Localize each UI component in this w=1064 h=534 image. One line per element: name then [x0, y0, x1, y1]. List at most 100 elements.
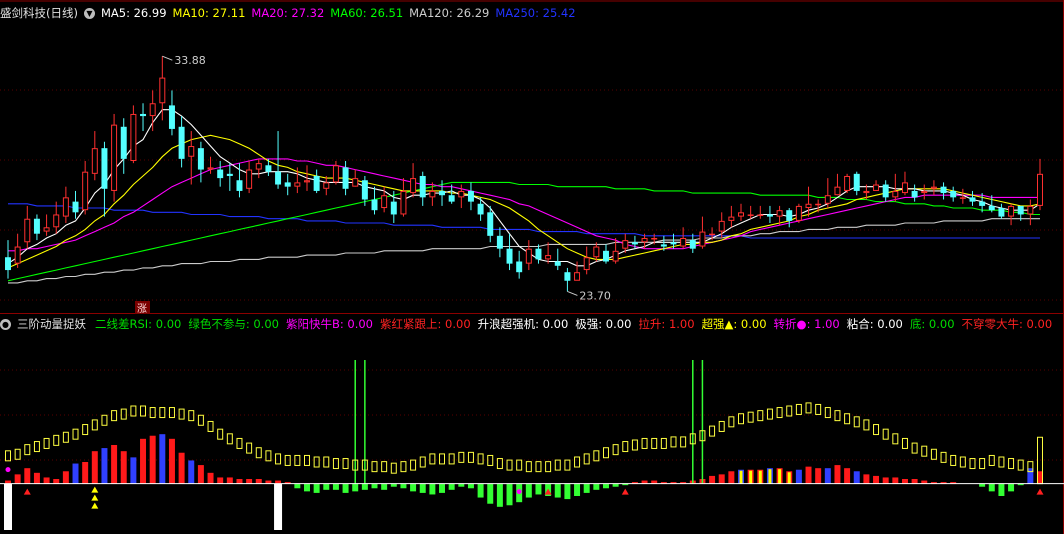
indicator-bar [998, 483, 1005, 496]
indicator-dash [149, 407, 156, 419]
candle-body [265, 165, 272, 172]
indicator-bar [159, 434, 166, 484]
candle-body [1008, 205, 1015, 217]
candle-body [14, 246, 21, 264]
indicator-bar [226, 477, 233, 484]
indicator-bar [795, 469, 802, 484]
indicator-dash [236, 437, 243, 449]
candle-body [207, 167, 214, 170]
candle-body [641, 237, 648, 243]
indicator-bar [304, 483, 310, 492]
indicator-dash [130, 405, 137, 417]
indicator-bar [873, 475, 880, 484]
candle-body [410, 178, 417, 194]
candle-body [680, 237, 687, 247]
candle-body [631, 242, 638, 245]
candle-body [467, 190, 474, 202]
indicator-dash [631, 439, 638, 451]
indicator-bar [824, 468, 831, 484]
indicator-bar [352, 483, 359, 492]
indicator-bar [188, 460, 195, 484]
candle-body [738, 212, 744, 217]
indicator-dash [660, 437, 667, 449]
indicator-dash [313, 456, 320, 468]
candle-body [5, 257, 11, 271]
indicator-yellow-bar [749, 470, 753, 484]
indicator-dash [197, 414, 204, 426]
indicator-dash [815, 403, 822, 415]
candle-body [757, 214, 764, 216]
candle-body [284, 182, 291, 187]
candle-body [1037, 173, 1043, 206]
candle-body [352, 178, 359, 187]
candle-body [33, 218, 40, 234]
indicator-dash [622, 441, 629, 453]
candle-body [545, 255, 552, 260]
indicator-bar [72, 463, 79, 484]
indicator-bar [583, 483, 590, 493]
indicator-bar [593, 483, 600, 490]
indicator-dash [5, 450, 11, 462]
indicator-dash [159, 407, 166, 419]
candle-body [863, 190, 870, 194]
candle-body [834, 186, 841, 196]
indicator-dash [554, 459, 561, 471]
indicator-bar [43, 477, 50, 484]
indicator-dash [275, 453, 282, 465]
indicator-dash [294, 454, 301, 466]
indicator-dash [602, 447, 609, 459]
indicator-yellow-bar [758, 470, 762, 484]
candle-body [323, 182, 330, 189]
candle-body [390, 201, 397, 215]
indicator-dash [342, 458, 349, 470]
indicator-dash [824, 407, 831, 419]
candle-body [699, 231, 706, 247]
candle-body [149, 103, 156, 117]
indicator-dash [930, 448, 937, 460]
indicator-dash [506, 459, 513, 471]
indicator-dash [593, 450, 600, 462]
chart-canvas[interactable]: 33.88 23.70 涨 [0, 0, 1064, 534]
candle-body [246, 169, 253, 189]
indicator-dash [911, 442, 918, 454]
indicator-bar [294, 483, 301, 489]
candle-body [660, 244, 667, 247]
indicator-dash [516, 459, 523, 471]
candle-body [43, 227, 50, 232]
candle-body [400, 190, 407, 215]
indicator-bar [429, 483, 436, 495]
candle-body [786, 210, 793, 221]
candle-body [853, 173, 860, 191]
indicator-bar [988, 483, 995, 492]
candle-body [824, 195, 831, 204]
indicator-dash [496, 458, 503, 470]
yellow-triangle-marker [91, 486, 99, 493]
candle-body [564, 272, 571, 281]
candle-body [72, 201, 79, 213]
candle-body [670, 242, 677, 245]
indicator-dash [651, 437, 658, 449]
candle-body [477, 203, 484, 215]
indicator-dash [535, 461, 542, 473]
candle-body [120, 126, 127, 159]
candle-body [873, 184, 880, 191]
indicator-bar [111, 445, 118, 484]
indicator-bar [718, 474, 725, 484]
indicator-dash [940, 451, 947, 463]
indicator-dash [728, 416, 735, 428]
indicator-dash [1017, 459, 1024, 471]
indicator-bar [564, 483, 571, 500]
candle-body [419, 175, 426, 198]
candle-body [24, 218, 31, 243]
indicator-dash [419, 456, 426, 468]
candle-body [304, 180, 310, 183]
indicator-bar [140, 438, 147, 484]
indicator-dash [284, 454, 291, 466]
indicator-dash [120, 408, 127, 420]
indicator-bar [709, 475, 716, 484]
ma-line-ma250 [8, 203, 1040, 239]
indicator-bar [381, 483, 388, 490]
candle-body [882, 184, 889, 198]
candle-body [429, 190, 436, 198]
white-signal-bar [4, 483, 12, 530]
